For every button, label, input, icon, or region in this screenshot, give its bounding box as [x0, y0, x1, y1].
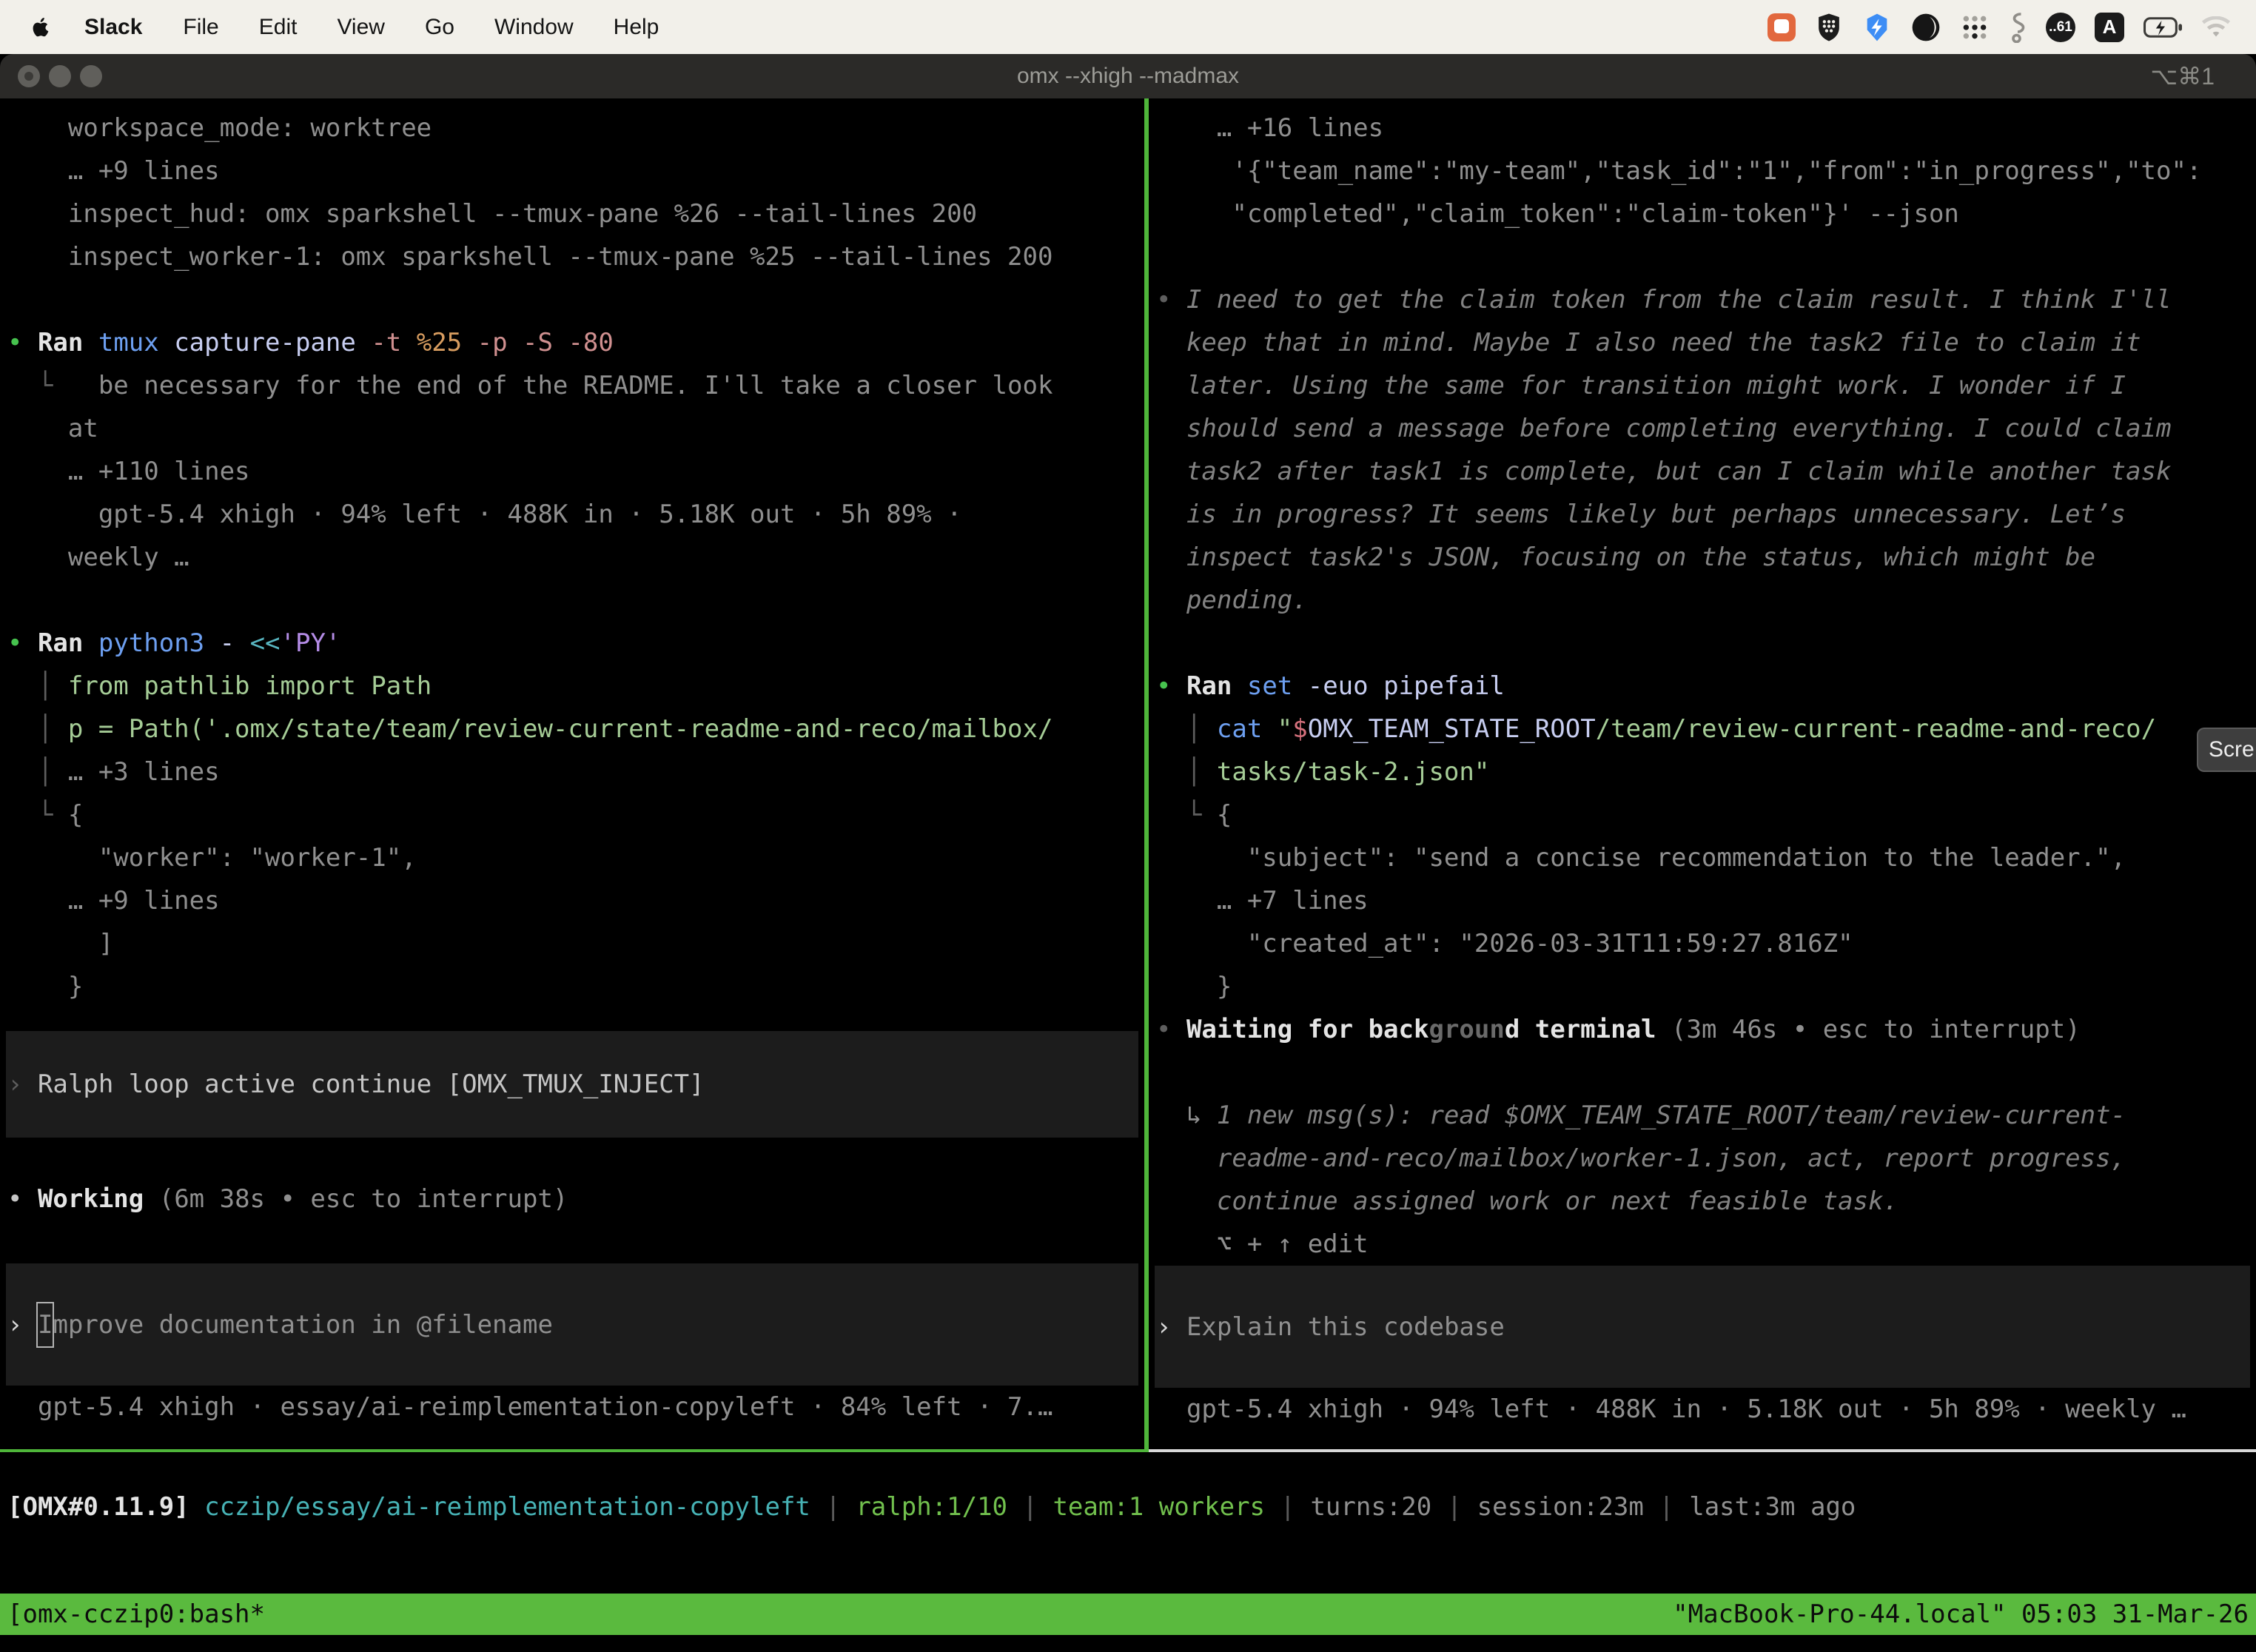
terminal-line: workspace_mode: worktree [0, 107, 1144, 150]
dots-grid-icon[interactable] [1960, 13, 1990, 42]
terminal-line: │ cat "$OMX_TEAM_STATE_ROOT/team/review-… [1149, 708, 2256, 751]
terminal-line: ↳ 1 new msg(s): read $OMX_TEAM_STATE_ROO… [1149, 1094, 2256, 1137]
screen-tooltip: Scre [2197, 728, 2256, 772]
terminal-line: weekly … [0, 536, 1144, 579]
prompt-input[interactable]: › Improve documentation in @filename [6, 1263, 1138, 1386]
terminal-line [1149, 235, 2256, 278]
terminal-line: • Ran python3 - <<'PY' [0, 622, 1144, 665]
terminal-line: task2 after task1 is complete, but can I… [1149, 450, 2256, 493]
input-source-icon[interactable]: A [2095, 13, 2124, 42]
menu-item-edit[interactable]: Edit [239, 15, 318, 40]
terminal-line: … +16 lines [1149, 107, 2256, 150]
menu-item-go[interactable]: Go [405, 15, 474, 40]
crescent-circle-icon[interactable] [1911, 13, 1941, 42]
terminal-line: │ from pathlib import Path [0, 665, 1144, 708]
terminal-line: ] [0, 922, 1144, 965]
terminal-line: ⌥ + ↑ edit [1149, 1223, 2256, 1266]
terminal-line: … +9 lines [0, 150, 1144, 192]
terminal-line: '{"team_name":"my-team","task_id":"1","f… [1149, 150, 2256, 192]
terminal-area: workspace_mode: worktree … +9 lines insp… [0, 98, 2256, 1452]
menu-item-window[interactable]: Window [474, 15, 594, 40]
terminal-line: [OMX#0.11.9] cczip/essay/ai-reimplementa… [0, 1485, 2256, 1528]
menu-bar-status-area: ..61 A [1767, 12, 2256, 43]
terminal-line: • Ran set -euo pipefail [1149, 665, 2256, 708]
terminal-line: │ p = Path('.omx/state/team/review-curre… [0, 708, 1144, 751]
terminal-line: is in progress? It seems likely but perh… [1149, 493, 2256, 536]
desktop: Slack File Edit View Go Window Help [0, 0, 2256, 1652]
terminal-line: gpt-5.4 xhigh · 94% left · 488K in · 5.1… [0, 493, 1144, 536]
terminal-line: later. Using the same for transition mig… [1149, 364, 2256, 407]
terminal-line: "subject": "send a concise recommendatio… [1149, 836, 2256, 879]
menu-item-file[interactable]: File [163, 15, 238, 40]
apple-menu-icon[interactable] [30, 15, 52, 40]
menu-bar-left: Slack File Edit View Go Window Help [0, 15, 679, 40]
terminal-line: inspect_worker-1: omx sparkshell --tmux-… [0, 235, 1144, 278]
tmux-status-bar: [omx-cczip0:bash* "MacBook-Pro-44.local"… [0, 1594, 2256, 1635]
prompt-input[interactable]: › Explain this codebase [1155, 1266, 2250, 1388]
terminal-line: at [0, 407, 1144, 450]
menu-app-name[interactable]: Slack [64, 15, 163, 40]
left-pane: workspace_mode: worktree … +9 lines insp… [0, 98, 1144, 1452]
tmux-host-clock: "MacBook-Pro-44.local" 05:03 31-Mar-26 [1673, 1594, 2249, 1635]
terminal-line: pending. [1149, 579, 2256, 622]
terminal-line: • I need to get the claim token from the… [1149, 278, 2256, 321]
terminal-line: └ { [1149, 793, 2256, 836]
terminal-line: … +110 lines [0, 450, 1144, 493]
terminal-line: └ { [0, 793, 1144, 836]
privacy-shield-icon[interactable] [1815, 13, 1843, 42]
terminal-line: readme-and-reco/mailbox/worker-1.json, a… [1149, 1137, 2256, 1180]
terminal-line: "completed","claim_token":"claim-token"}… [1149, 192, 2256, 235]
menu-item-help[interactable]: Help [594, 15, 679, 40]
terminal-line: • Waiting for background terminal (3m 46… [1149, 1008, 2256, 1051]
terminal-line: └ be necessary for the end of the README… [0, 364, 1144, 407]
terminal-line: "created_at": "2026-03-31T11:59:27.816Z" [1149, 922, 2256, 965]
terminal-line: │ … +3 lines [0, 751, 1144, 793]
terminal-line: gpt-5.4 xhigh · essay/ai-reimplementatio… [0, 1386, 1144, 1428]
terminal-line: inspect_hud: omx sparkshell --tmux-pane … [0, 192, 1144, 235]
menu-bar: Slack File Edit View Go Window Help [0, 0, 2256, 54]
window-shortcut-hint: ⌥⌘1 [2150, 62, 2215, 90]
terminal-line: } [1149, 965, 2256, 1008]
terminal-window: omx --xhigh --madmax ⌥⌘1 workspace_mode:… [0, 54, 2256, 1652]
terminal-line: gpt-5.4 xhigh · 94% left · 488K in · 5.1… [1149, 1388, 2256, 1431]
counter-badge-icon[interactable]: ..61 [2046, 13, 2075, 42]
terminal-line: continue assigned work or next feasible … [1149, 1180, 2256, 1223]
wifi-icon[interactable] [2201, 16, 2231, 38]
terminal-line: … +7 lines [1149, 879, 2256, 922]
terminal-line: • Ran tmux capture-pane -t %25 -p -S -80 [0, 321, 1144, 364]
terminal-line: "worker": "worker-1", [0, 836, 1144, 879]
terminal-line: │ tasks/task-2.json" [1149, 751, 2256, 793]
menu-item-view[interactable]: View [317, 15, 404, 40]
omx-status-pane: [OMX#0.11.9] cczip/essay/ai-reimplementa… [0, 1452, 2256, 1594]
window-titlebar: omx --xhigh --madmax ⌥⌘1 [0, 54, 2256, 98]
terminal-line: … +9 lines [0, 879, 1144, 922]
terminal-line: inspect task2's JSON, focusing on the st… [1149, 536, 2256, 579]
screen-record-icon[interactable] [1767, 13, 1796, 41]
terminal-line: } [0, 965, 1144, 1008]
squiggle-icon[interactable] [2009, 12, 2027, 43]
terminal-line [0, 278, 1144, 321]
terminal-line [0, 579, 1144, 622]
terminal-line [1149, 1051, 2256, 1094]
blue-bolt-badge-icon[interactable] [1862, 13, 1892, 42]
terminal-line [1149, 622, 2256, 665]
terminal-line: • Working (6m 38s • esc to interrupt) [0, 1178, 1144, 1220]
terminal-line: keep that in mind. Maybe I also need the… [1149, 321, 2256, 364]
terminal-line: should send a message before completing … [1149, 407, 2256, 450]
right-pane: … +16 lines '{"team_name":"my-team","tas… [1149, 98, 2256, 1452]
prompt-input[interactable]: › Ralph loop active continue [OMX_TMUX_I… [6, 1031, 1138, 1138]
window-title: omx --xhigh --madmax [0, 64, 2256, 89]
tmux-session-label[interactable]: [omx-cczip0:bash* [7, 1594, 265, 1635]
battery-icon[interactable] [2143, 17, 2182, 38]
